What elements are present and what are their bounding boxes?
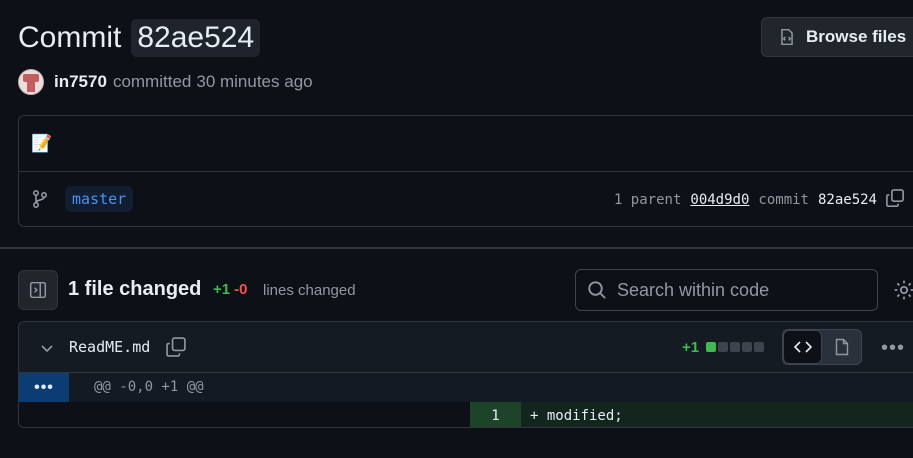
commit-author-row: in7570 committed 30 minutes ago — [18, 68, 313, 96]
file-icon — [835, 338, 848, 356]
more-options-icon[interactable]: ••• — [881, 337, 905, 360]
file-diff: ReadME.md +1 ••• ••• @@ -0,0 +1 @@ 1 + m… — [18, 321, 913, 428]
commit-info-box: 📝 master 1 parent 004d9d0 commit 82ae524 — [18, 115, 913, 227]
git-branch-icon — [31, 189, 49, 214]
commit-action: committed — [112, 72, 192, 91]
file-code-icon — [781, 28, 793, 46]
file-view-button[interactable] — [822, 330, 861, 364]
chevron-down-icon[interactable] — [39, 340, 55, 361]
search-placeholder: Search within code — [617, 279, 770, 300]
file-additions: +1 — [682, 339, 700, 356]
commit-message: 📝 — [31, 134, 53, 153]
code-icon — [793, 341, 812, 353]
diffstat-block-neutral — [754, 342, 764, 352]
file-header: ReadME.md +1 ••• — [19, 322, 913, 373]
old-line-number — [19, 402, 470, 427]
page-title-label: Commit — [18, 21, 122, 54]
parent-info: 1 parent 004d9d0 commit 82ae524 — [614, 188, 905, 212]
copy-icon[interactable] — [885, 188, 905, 212]
divider — [19, 171, 913, 172]
deletions-count: -0 — [234, 281, 248, 298]
branch-label[interactable]: master — [65, 186, 134, 212]
section-divider — [0, 247, 913, 249]
hunk-header: @@ -0,0 +1 @@ — [94, 379, 204, 395]
diffstat-block-neutral — [730, 342, 740, 352]
diff-line-added: 1 + modified; — [19, 402, 913, 427]
file-tree-toggle-button[interactable] — [18, 270, 58, 310]
author-link[interactable]: in7570 — [54, 72, 107, 92]
search-within-code-input[interactable]: Search within code — [575, 269, 878, 311]
commit-sha: 82ae524 — [817, 192, 877, 208]
hunk-header-row: ••• @@ -0,0 +1 @@ — [19, 373, 913, 402]
file-name[interactable]: ReadME.md — [69, 338, 150, 356]
parent-sha-link[interactable]: 004d9d0 — [690, 192, 749, 208]
sidebar-expand-icon — [29, 281, 47, 299]
diffstat-block-neutral — [718, 342, 728, 352]
diffstat: +1 -0 — [213, 281, 247, 298]
commit-label: commit — [758, 192, 809, 208]
commit-hash: 82ae524 — [131, 19, 261, 57]
view-toggle — [782, 329, 862, 365]
page-title: Commit 82ae524 — [18, 16, 261, 60]
avatar[interactable] — [18, 69, 44, 95]
new-line-number[interactable]: 1 — [470, 402, 521, 427]
code-view-button[interactable] — [783, 330, 823, 364]
browse-files-button[interactable]: Browse files — [761, 17, 913, 57]
additions-count: +1 — [213, 281, 231, 298]
browse-files-label: Browse files — [806, 27, 907, 46]
expand-hunk-button[interactable]: ••• — [19, 373, 69, 402]
diffstat-block-added — [706, 342, 716, 352]
diffstat-block-neutral — [742, 342, 752, 352]
diffstat-blocks — [706, 342, 766, 352]
line-content: + modified; — [521, 402, 913, 427]
files-changed-count: 1 file changed — [68, 278, 202, 300]
search-icon — [588, 281, 606, 299]
lines-changed-label: lines changed — [263, 282, 356, 299]
commit-time: 30 minutes ago — [196, 72, 313, 91]
parent-count: 1 parent — [613, 192, 682, 208]
gear-icon[interactable] — [893, 279, 913, 306]
copy-icon[interactable] — [165, 336, 187, 363]
